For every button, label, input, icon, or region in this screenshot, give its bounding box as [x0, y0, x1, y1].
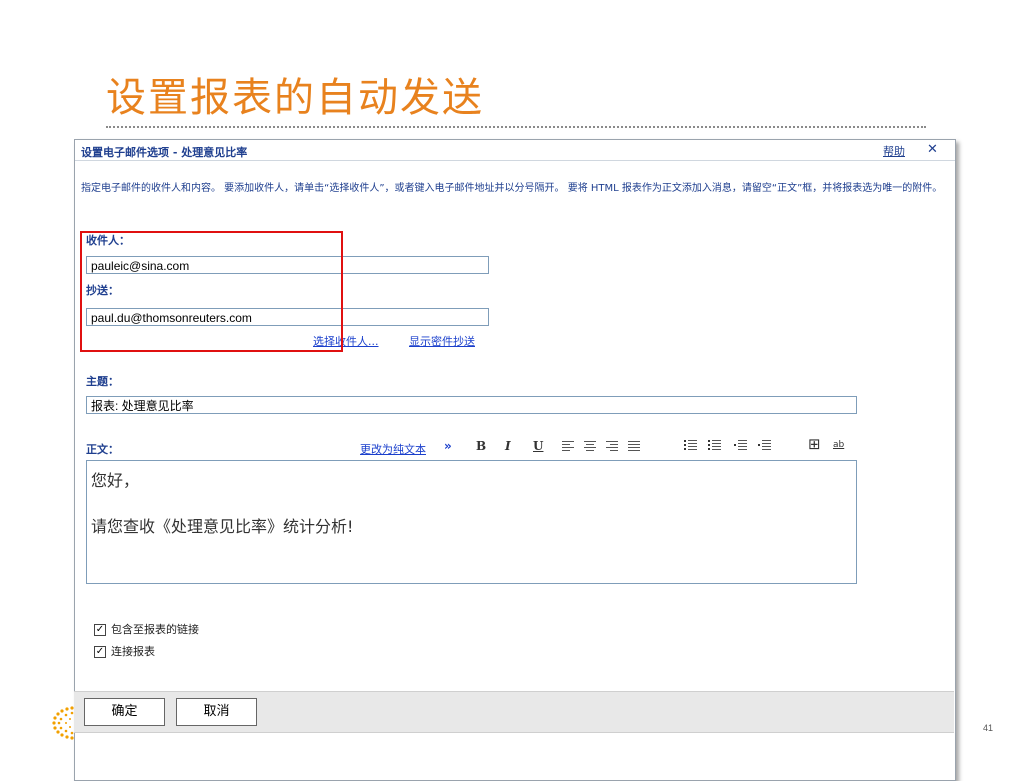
body-label: 正文：	[86, 443, 119, 456]
attach-report-label: 连接报表	[111, 645, 155, 658]
indent-icon[interactable]	[758, 440, 771, 452]
subject-label: 主题：	[86, 375, 119, 388]
body-editor[interactable]: 您好， 请您查收《处理意见比率》统计分析!	[86, 460, 857, 584]
dialog-instructions: 指定电子邮件的收件人和内容。 要添加收件人，请单击“选择收件人”，或者键入电子邮…	[81, 183, 943, 194]
bold-button[interactable]: B	[476, 438, 486, 454]
dialog-title: 设置电子邮件选项 - 处理意见比率	[81, 146, 248, 159]
align-right-icon[interactable]	[606, 441, 618, 451]
include-link-checkbox[interactable]: ✓	[94, 624, 106, 636]
cancel-button[interactable]: 取消	[176, 698, 257, 726]
outdent-icon[interactable]	[734, 440, 747, 452]
body-line-greeting: 您好，	[91, 471, 140, 490]
title-divider	[106, 126, 926, 128]
slide-title: 设置报表的自动发送	[106, 75, 484, 121]
underline-button[interactable]: U	[533, 438, 543, 454]
align-center-icon[interactable]	[584, 441, 596, 451]
page-number: 41	[983, 723, 994, 733]
dialog-header: 设置电子邮件选项 - 处理意见比率 帮助 ✕	[75, 140, 955, 161]
thomson-reuters-logo-icon	[52, 706, 74, 740]
body-line-message: 请您查收《处理意见比率》统计分析!	[91, 517, 354, 536]
ok-button[interactable]: 确定	[84, 698, 165, 726]
italic-button[interactable]: I	[505, 438, 511, 454]
align-justify-icon[interactable]	[628, 441, 640, 451]
highlight-box	[80, 231, 343, 352]
show-bcc-link[interactable]: 显示密件抄送	[409, 333, 475, 349]
close-icon[interactable]: ✕	[927, 142, 938, 157]
plain-text-link[interactable]: 更改为纯文本	[360, 441, 426, 457]
insert-table-icon[interactable]: ⊞	[808, 436, 821, 452]
include-link-label: 包含至报表的链接	[111, 623, 199, 636]
spell-check-icon[interactable]: ab	[833, 437, 844, 453]
bullet-list-icon[interactable]	[708, 440, 721, 452]
help-link[interactable]: 帮助	[883, 143, 905, 159]
align-left-icon[interactable]	[562, 441, 574, 451]
subject-field[interactable]: 报表: 处理意见比率	[86, 396, 857, 414]
plain-text-arrow-icon[interactable]: »	[444, 438, 452, 454]
attach-report-checkbox[interactable]: ✓	[94, 646, 106, 658]
numbered-list-icon[interactable]	[684, 440, 697, 452]
